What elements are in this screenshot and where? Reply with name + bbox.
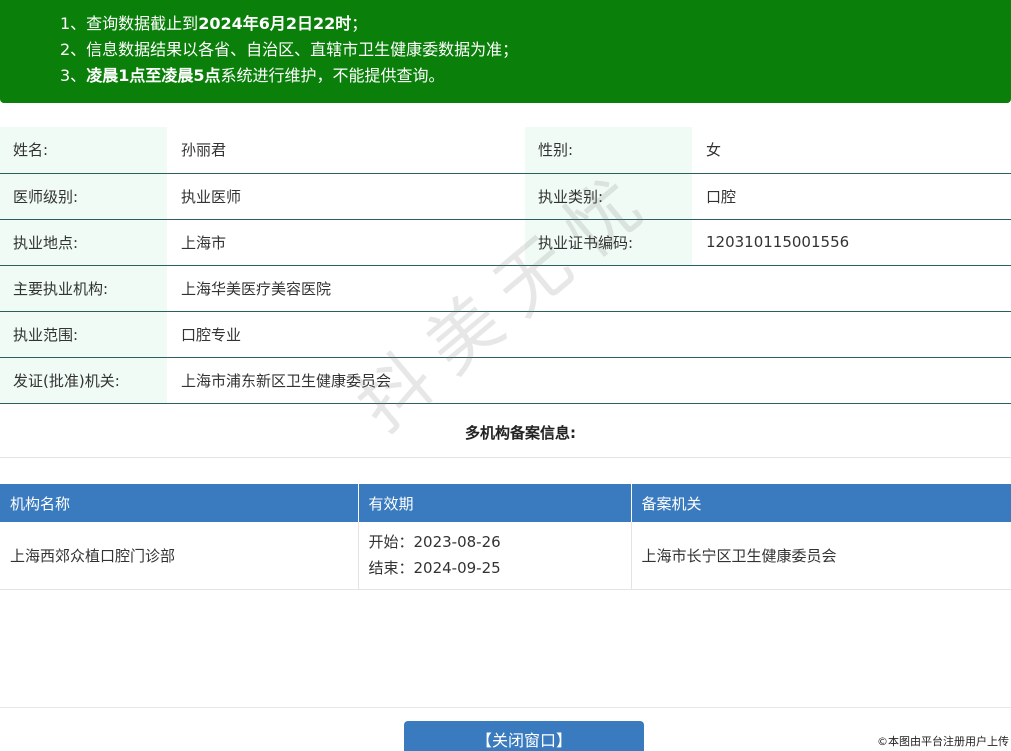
notice-banner: 1、查询数据截止到2024年6月2日22时； 2、信息数据结果以各省、自治区、直… xyxy=(0,0,1011,103)
cert-label: 执业证书编码: xyxy=(525,219,692,266)
scope-value: 口腔专业 xyxy=(167,311,1011,358)
validity-cell: 开始：2023-08-26 结束：2024-09-25 xyxy=(358,522,632,590)
validity-end: 结束：2024-09-25 xyxy=(368,559,501,578)
cert-value: 120310115001556 xyxy=(692,219,1011,266)
multi-institution-title: 多机构备案信息: xyxy=(0,408,1011,458)
name-label: 姓名: xyxy=(0,127,167,174)
upload-credit: ©本图由平台注册用户上传 xyxy=(877,735,1009,748)
header-validity: 有效期 xyxy=(358,484,632,522)
org-name-cell: 上海西郊众植口腔门诊部 xyxy=(0,522,359,590)
name-value: 孙丽君 xyxy=(167,127,525,174)
info-row-issuer: 发证(批准)机关: 上海市浦东新区卫生健康委员会 xyxy=(0,357,1011,404)
multi-institution-table: 机构名称 有效期 备案机关 上海西郊众植口腔门诊部 开始：2023-08-26 … xyxy=(0,484,1011,590)
issuer-label: 发证(批准)机关: xyxy=(0,357,167,404)
footer-divider xyxy=(0,707,1011,708)
category-label: 执业类别: xyxy=(525,173,692,220)
notice-line-1: 1、查询数据截止到2024年6月2日22时； xyxy=(60,14,368,33)
gender-label: 性别: xyxy=(525,127,692,174)
issuer-value: 上海市浦东新区卫生健康委员会 xyxy=(167,357,1011,404)
authority-cell: 上海市长宁区卫生健康委员会 xyxy=(631,522,1011,590)
header-org-name: 机构名称 xyxy=(0,484,359,522)
notice-line-3: 3、凌晨1点至凌晨5点系统进行维护，不能提供查询。 xyxy=(60,66,445,85)
level-value: 执业医师 xyxy=(167,173,525,220)
header-authority: 备案机关 xyxy=(631,484,1011,522)
institution-label: 主要执业机构: xyxy=(0,265,167,312)
gender-value: 女 xyxy=(692,127,1011,174)
location-value: 上海市 xyxy=(167,219,525,266)
validity-start: 开始：2023-08-26 xyxy=(368,533,501,552)
doctor-info-table: 姓名: 孙丽君 性别: 女 医师级别: 执业医师 执业类别: 口腔 执业地点: … xyxy=(0,127,1011,404)
table-row: 上海西郊众植口腔门诊部 开始：2023-08-26 结束：2024-09-25 … xyxy=(0,522,1011,590)
notice-line-2: 2、信息数据结果以各省、自治区、直辖市卫生健康委数据为准； xyxy=(60,40,519,59)
institution-value: 上海华美医疗美容医院 xyxy=(167,265,1011,312)
info-row-institution: 主要执业机构: 上海华美医疗美容医院 xyxy=(0,265,1011,312)
category-value: 口腔 xyxy=(692,173,1011,220)
level-label: 医师级别: xyxy=(0,173,167,220)
close-window-button[interactable]: 【关闭窗口】 xyxy=(404,721,644,751)
info-row-location: 执业地点: 上海市 执业证书编码: 120310115001556 xyxy=(0,219,1011,266)
info-row-scope: 执业范围: 口腔专业 xyxy=(0,311,1011,358)
scope-label: 执业范围: xyxy=(0,311,167,358)
location-label: 执业地点: xyxy=(0,219,167,266)
info-row-level: 医师级别: 执业医师 执业类别: 口腔 xyxy=(0,173,1011,220)
org-table-header: 机构名称 有效期 备案机关 xyxy=(0,484,1011,522)
info-row-name: 姓名: 孙丽君 性别: 女 xyxy=(0,127,1011,174)
